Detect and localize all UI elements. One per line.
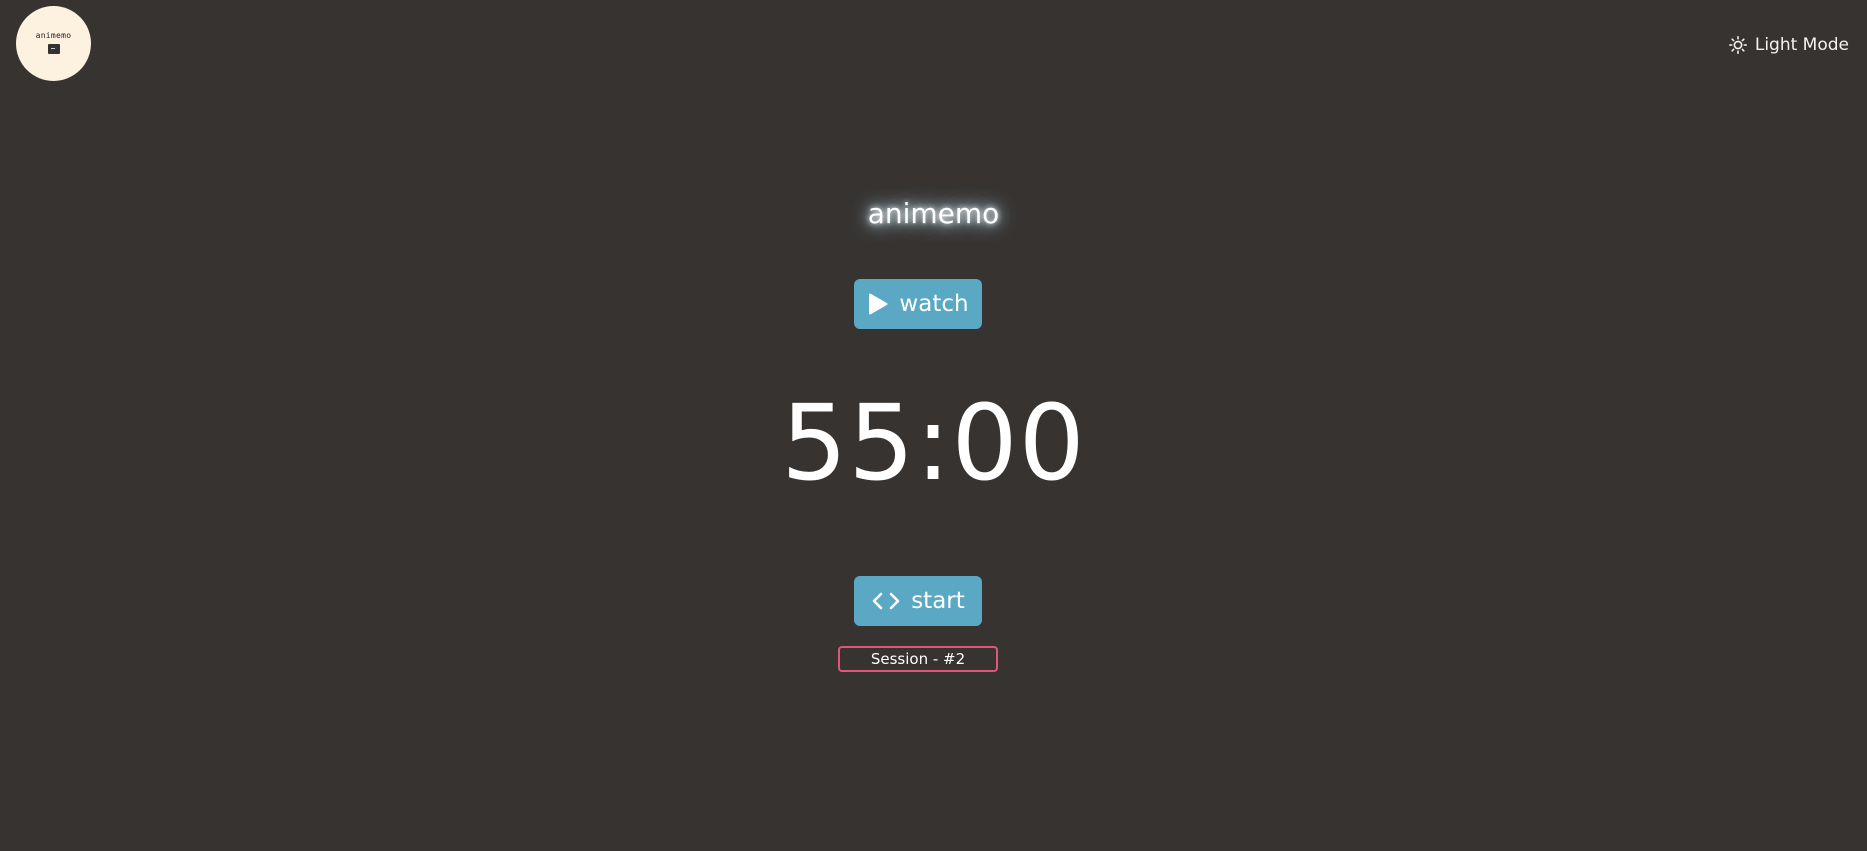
start-label: start <box>911 588 965 614</box>
logo[interactable]: animemo <box>16 6 91 81</box>
sun-icon <box>1728 36 1747 55</box>
session-label: Session - #2 <box>870 650 966 668</box>
session-badge: Session - #2 <box>838 646 998 672</box>
theme-toggle-label: Light Mode <box>1754 35 1849 55</box>
play-icon <box>867 292 889 316</box>
logo-text: animemo <box>35 31 72 40</box>
start-button[interactable]: start <box>854 576 982 626</box>
watch-label: watch <box>899 291 969 317</box>
app-page: animemo Light Mode animemo watch 55:00 s… <box>0 0 1867 851</box>
terminal-icon <box>47 44 60 54</box>
theme-toggle-button[interactable]: Light Mode <box>1728 35 1849 55</box>
code-icon <box>871 591 901 611</box>
watch-button[interactable]: watch <box>854 279 982 329</box>
app-title: animemo <box>867 197 1000 230</box>
timer-display: 55:00 <box>781 382 1086 504</box>
